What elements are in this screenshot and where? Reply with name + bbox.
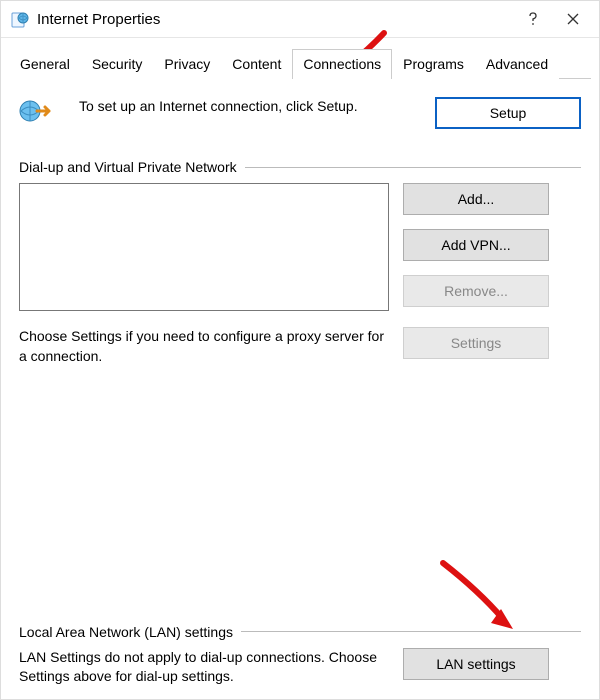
internet-properties-dialog: Internet Properties General Security Pri… bbox=[0, 0, 600, 700]
remove-button: Remove... bbox=[403, 275, 549, 307]
lan-section: Local Area Network (LAN) settings LAN Se… bbox=[19, 624, 581, 687]
lan-note: LAN Settings do not apply to dial-up con… bbox=[19, 648, 389, 687]
connection-wizard-icon bbox=[19, 97, 59, 128]
dialup-settings-button: Settings bbox=[403, 327, 549, 359]
tab-general[interactable]: General bbox=[9, 49, 81, 79]
add-vpn-button[interactable]: Add VPN... bbox=[403, 229, 549, 261]
dialup-listbox[interactable] bbox=[19, 183, 389, 311]
add-button[interactable]: Add... bbox=[403, 183, 549, 215]
help-button[interactable] bbox=[513, 5, 553, 33]
dialup-heading-row: Dial-up and Virtual Private Network bbox=[19, 159, 581, 175]
choose-settings-text: Choose Settings if you need to configure… bbox=[19, 327, 389, 366]
dialup-heading: Dial-up and Virtual Private Network bbox=[19, 159, 237, 175]
section-divider bbox=[245, 167, 581, 168]
tab-connections[interactable]: Connections bbox=[292, 49, 392, 79]
close-button[interactable] bbox=[553, 5, 593, 33]
tab-privacy[interactable]: Privacy bbox=[153, 49, 221, 79]
setup-text: To set up an Internet connection, click … bbox=[59, 97, 435, 117]
window-title: Internet Properties bbox=[37, 11, 160, 28]
tabs-container: General Security Privacy Content Connect… bbox=[1, 38, 599, 79]
tab-advanced[interactable]: Advanced bbox=[475, 49, 559, 79]
lan-settings-button[interactable]: LAN settings bbox=[403, 648, 549, 680]
connections-panel: To set up an Internet connection, click … bbox=[1, 79, 599, 366]
tab-content[interactable]: Content bbox=[221, 49, 292, 79]
tab-programs[interactable]: Programs bbox=[392, 49, 475, 79]
section-divider bbox=[241, 631, 581, 632]
setup-row: To set up an Internet connection, click … bbox=[19, 97, 581, 129]
title-bar: Internet Properties bbox=[1, 1, 599, 38]
tab-strip: General Security Privacy Content Connect… bbox=[9, 48, 591, 79]
tab-security[interactable]: Security bbox=[81, 49, 154, 79]
lan-heading-row: Local Area Network (LAN) settings bbox=[19, 624, 581, 640]
lan-heading: Local Area Network (LAN) settings bbox=[19, 624, 233, 640]
dialup-section: Dial-up and Virtual Private Network Add.… bbox=[19, 159, 581, 366]
setup-button[interactable]: Setup bbox=[435, 97, 581, 129]
internet-options-icon bbox=[11, 10, 29, 28]
